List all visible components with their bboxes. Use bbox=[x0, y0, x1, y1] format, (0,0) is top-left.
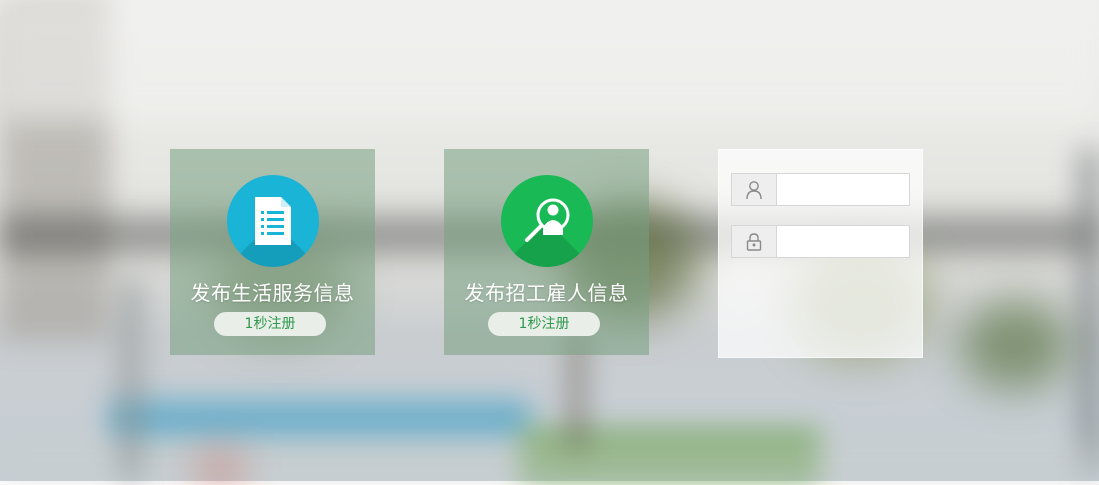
password-field[interactable] bbox=[731, 225, 910, 258]
hiring-info-card[interactable]: 发布招工雇人信息 1秒注册 bbox=[444, 149, 649, 355]
password-input[interactable] bbox=[777, 226, 909, 257]
username-field[interactable] bbox=[731, 173, 910, 206]
card-title: 发布招工雇人信息 bbox=[464, 281, 629, 305]
user-icon bbox=[732, 174, 777, 205]
person-search-icon bbox=[501, 175, 593, 267]
quick-register-button[interactable]: 1秒注册 bbox=[488, 312, 600, 336]
service-info-card[interactable]: 发布生活服务信息 1秒注册 bbox=[170, 149, 375, 355]
username-input[interactable] bbox=[777, 174, 909, 205]
login-panel bbox=[718, 149, 923, 358]
document-list-icon bbox=[227, 175, 319, 267]
card-title: 发布生活服务信息 bbox=[190, 281, 355, 305]
quick-register-button[interactable]: 1秒注册 bbox=[214, 312, 326, 336]
lock-icon bbox=[732, 226, 777, 257]
